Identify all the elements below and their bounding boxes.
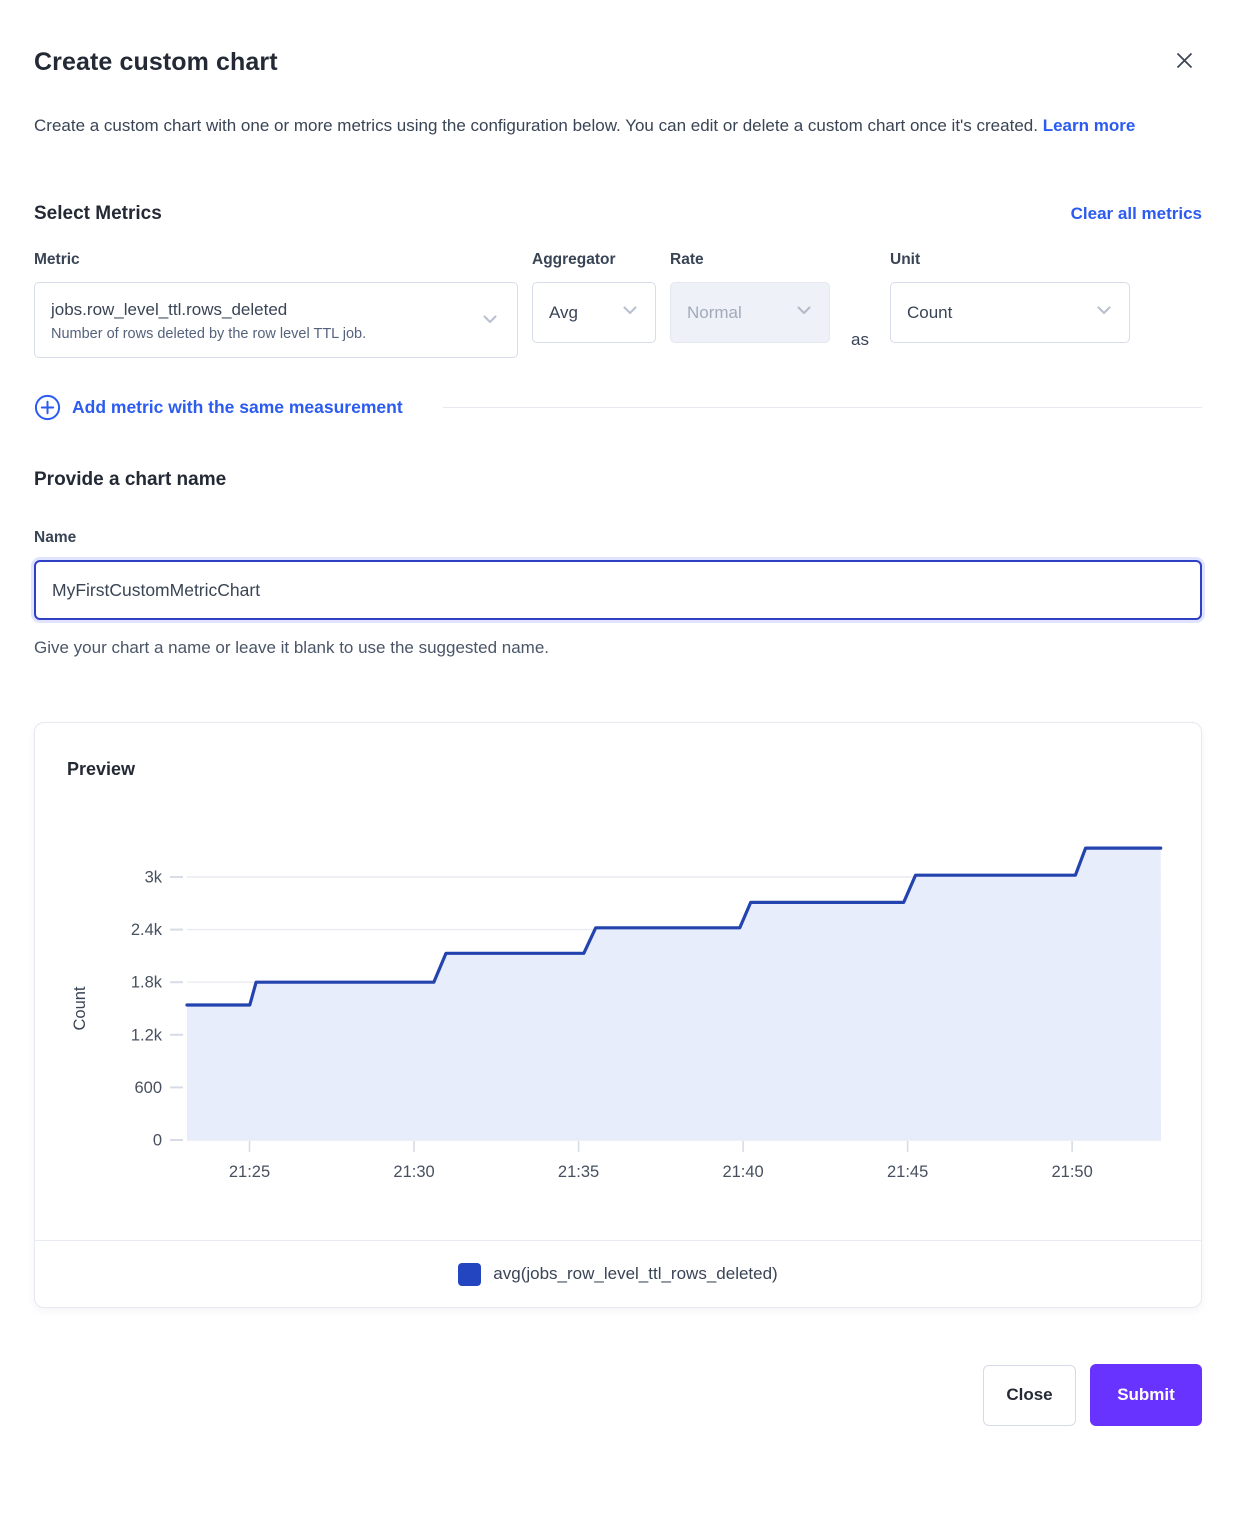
aggregator-select-value: Avg [549,303,578,323]
chevron-down-icon [479,308,501,335]
preview-heading: Preview [67,759,1169,780]
rate-label: Rate [670,251,830,269]
svg-text:1.2k: 1.2k [131,1026,163,1044]
select-metrics-heading: Select Metrics [34,203,162,225]
metric-field: Metric jobs.row_level_ttl.rows_deleted N… [34,251,518,358]
rate-field: Rate Normal [670,251,830,343]
unit-label: Unit [890,251,1130,269]
close-button-footer[interactable]: Close [983,1365,1076,1426]
metric-label: Metric [34,251,518,269]
svg-text:21:50: 21:50 [1052,1163,1093,1181]
preview-chart: 0 600 1.2k 1.8k 2.4k 3k 21:25 21:30 21:35 21:40 21… [67,810,1171,1202]
add-metric-row: Add metric with the same measurement [34,394,1202,421]
plus-circle-icon [34,394,61,421]
name-label: Name [34,529,1202,547]
description-text: Create a custom chart with one or more m… [34,116,1038,135]
svg-text:21:30: 21:30 [393,1163,434,1181]
close-button[interactable] [1170,48,1198,76]
submit-button[interactable]: Submit [1090,1364,1202,1426]
divider [443,407,1202,408]
chart-name-input[interactable] [34,560,1202,620]
aggregator-select[interactable]: Avg [532,282,656,343]
chart-name-heading: Provide a chart name [34,469,1202,491]
close-icon [1174,50,1195,74]
svg-text:Count: Count [71,986,89,1030]
metric-select[interactable]: jobs.row_level_ttl.rows_deleted Number o… [34,282,518,358]
svg-text:3k: 3k [145,869,163,887]
chevron-down-icon [619,299,641,326]
metric-config-row: Metric jobs.row_level_ttl.rows_deleted N… [34,251,1202,358]
unit-select-value: Count [907,303,952,323]
modal-header: Create custom chart [34,48,1202,77]
add-metric-link[interactable]: Add metric with the same measurement [34,394,403,421]
modal-description: Create a custom chart with one or more m… [34,107,1174,145]
svg-text:21:25: 21:25 [229,1163,270,1181]
svg-text:21:35: 21:35 [558,1163,599,1181]
aggregator-field: Aggregator Avg [532,251,656,343]
svg-text:21:45: 21:45 [887,1163,928,1181]
name-helper-text: Give your chart a name or leave it blank… [34,638,1202,658]
add-metric-label: Add metric with the same measurement [72,397,403,418]
rate-select: Normal [670,282,830,343]
svg-text:1.8k: 1.8k [131,974,163,992]
rate-select-value: Normal [687,303,742,323]
svg-text:21:40: 21:40 [722,1163,763,1181]
chevron-down-icon [1093,299,1115,326]
preview-card: Preview 0 600 1.2k 1.8k 2.4k 3k 21:25 21:30 21:3… [34,722,1202,1308]
svg-text:2.4k: 2.4k [131,921,163,939]
svg-text:600: 600 [134,1079,162,1097]
create-custom-chart-modal: Create custom chart Create a custom char… [0,0,1236,1460]
modal-footer: Close Submit [34,1364,1202,1426]
unit-select[interactable]: Count [890,282,1130,343]
chart-legend: avg(jobs_row_level_ttl_rows_deleted) [35,1241,1201,1307]
metric-select-description: Number of rows deleted by the row level … [51,326,366,342]
svg-text:0: 0 [153,1132,162,1150]
page-title: Create custom chart [34,48,1202,77]
metric-select-value: jobs.row_level_ttl.rows_deleted [51,300,366,320]
chevron-down-icon [793,299,815,326]
unit-field: Unit Count [890,251,1130,343]
clear-all-metrics-link[interactable]: Clear all metrics [1071,204,1202,224]
legend-swatch [458,1263,481,1286]
aggregator-label: Aggregator [532,251,656,269]
as-text: as [830,330,890,358]
learn-more-link[interactable]: Learn more [1043,116,1136,135]
legend-label: avg(jobs_row_level_ttl_rows_deleted) [493,1264,777,1284]
select-metrics-section-header: Select Metrics Clear all metrics [34,203,1202,225]
